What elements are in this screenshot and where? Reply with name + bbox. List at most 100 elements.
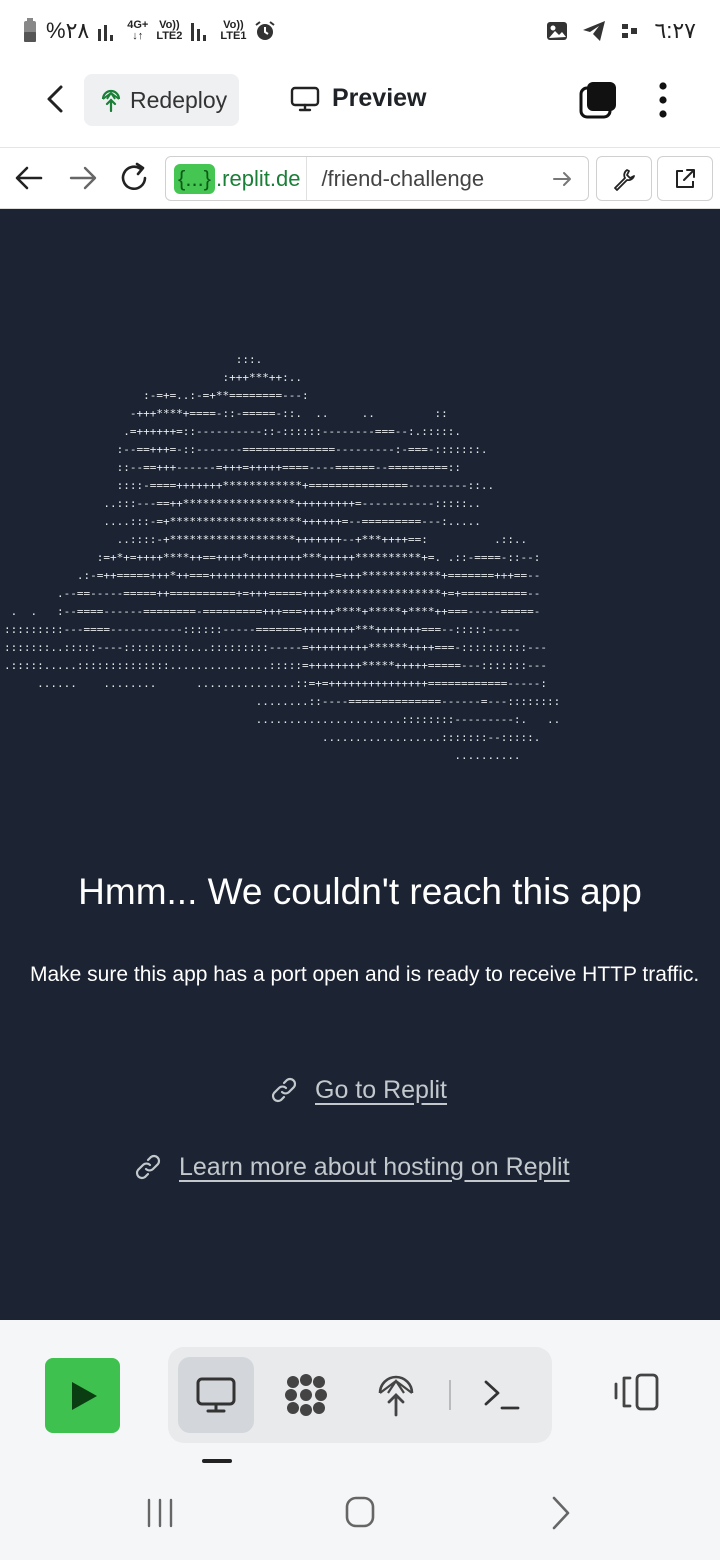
tool-shell[interactable]	[464, 1357, 540, 1433]
ascii-art-line: ..........	[4, 749, 521, 762]
signal-icon	[98, 25, 114, 41]
redeploy-label: Redeploy	[130, 86, 228, 113]
terminal-icon	[484, 1380, 520, 1410]
nav-forward-button[interactable]	[68, 164, 98, 197]
error-heading: Hmm... We couldn't reach this app	[78, 871, 642, 912]
clock: ٦:٢٧	[654, 18, 696, 43]
recents-button[interactable]	[145, 1497, 175, 1534]
preview-viewport: :::. :+++***++:.. :-=+=..:-=+**========-…	[0, 209, 720, 1320]
back-button[interactable]	[38, 82, 72, 116]
status-left: %٢٨ 4G+ ↓↑ Vo)) LTE2 Vo)) LTE1	[22, 18, 276, 44]
ascii-art-line: :--==+++=-::-------==============-------…	[4, 443, 487, 456]
go-arrow-icon[interactable]	[542, 167, 582, 191]
monitor-icon	[196, 1377, 236, 1413]
battery-icon	[24, 18, 36, 42]
ascii-art-line: :+++***++:..	[4, 371, 302, 384]
home-button[interactable]	[344, 1495, 376, 1534]
arrow-left-icon	[15, 166, 43, 190]
link-icon	[135, 1154, 161, 1180]
redeploy-button[interactable]: Redeploy	[84, 74, 239, 126]
url-host-highlight: {...}	[174, 163, 216, 194]
gallery-icon	[547, 22, 568, 40]
toolbar-divider	[449, 1380, 451, 1410]
reload-icon	[121, 162, 147, 191]
volte-indicator-1: Vo)) LTE2	[156, 19, 183, 42]
wrench-icon	[614, 168, 635, 191]
ascii-art-line: -+++****+====-::-=====-::. .. .. ::	[4, 407, 448, 420]
play-icon	[71, 1381, 97, 1410]
tool-preview[interactable]	[178, 1357, 254, 1433]
agent-icon	[285, 1374, 327, 1416]
ascii-art-line: ......................::::::::---------:…	[4, 713, 560, 726]
signal-icon-2	[191, 23, 207, 41]
ascii-art-line: .:::::.....::::::::::::::...............…	[4, 659, 547, 672]
go-to-replit-label: Go to Replit	[315, 1075, 448, 1104]
url-host: {...} .replit.de	[166, 157, 308, 200]
ascii-art-line: :-=+=..:-=+**========---:	[4, 389, 309, 402]
svg-text::::.: :::. :+++***++:.. :-=+=..:-=+**========-…	[4, 353, 560, 762]
preview-tab[interactable]: Preview	[290, 84, 427, 113]
ascii-art: :::. :+++***++:.. :-=+=..:-=+**========-…	[4, 353, 560, 762]
workspace-toolbar	[0, 1320, 720, 1475]
ascii-art-line: :::.	[4, 353, 262, 366]
connection-icon	[622, 24, 638, 38]
open-new-tab-button[interactable]	[657, 156, 713, 201]
kebab-menu-icon	[659, 82, 667, 118]
volte-indicator-2: Vo)) LTE1	[220, 19, 247, 42]
alarm-icon	[255, 21, 276, 40]
tool-deployments[interactable]	[358, 1357, 434, 1433]
url-path: /friend-challenge	[321, 165, 485, 191]
go-to-replit-link[interactable]: Go to Replit	[269, 1075, 447, 1105]
monitor-icon	[290, 86, 320, 111]
reload-button[interactable]	[118, 162, 152, 199]
active-tool-indicator	[202, 1459, 232, 1463]
ascii-art-line: ........::----==============------=---::…	[4, 695, 560, 708]
nav-back-button[interactable]	[14, 164, 44, 197]
system-nav-bar	[0, 1475, 720, 1560]
tabs-icon	[579, 82, 616, 119]
deploy-icon	[378, 1375, 414, 1417]
system-back-button[interactable]	[548, 1495, 574, 1536]
ascii-art-line: :::::::::---====-----------::::::-----==…	[4, 623, 521, 636]
error-message: Make sure this app has a port open and i…	[30, 963, 700, 986]
battery-level: %٢٨	[46, 18, 90, 43]
ascii-art-line: ..................:::::::--:::::.	[4, 731, 540, 744]
app-header: Redeploy Preview	[0, 68, 720, 148]
chevron-right-icon	[552, 1496, 570, 1530]
hosting-docs-label: Learn more about hosting on Replit	[179, 1152, 570, 1181]
preview-label: Preview	[332, 84, 427, 112]
telegram-icon	[583, 21, 606, 41]
ascii-art-line: ::::-====+++++++************+===========…	[4, 479, 494, 492]
external-link-icon	[676, 168, 695, 188]
url-host-suffix: .replit.de	[216, 165, 301, 191]
ascii-art-line: ::--==+++------=+++=+++++====----======-…	[4, 461, 461, 474]
tool-switcher	[168, 1347, 552, 1443]
run-button[interactable]	[45, 1358, 120, 1433]
ascii-art-line: ...... ........ ...............::=+=++++…	[4, 677, 547, 690]
arrow-right-icon	[69, 166, 97, 190]
recents-icon	[147, 1498, 173, 1528]
ascii-art-line: ....:::-=+********************++++++=--=…	[4, 515, 481, 528]
chevron-left-icon	[47, 85, 63, 113]
tool-agent[interactable]	[268, 1357, 344, 1433]
home-icon	[345, 1496, 375, 1528]
network-indicator-1: 4G+ ↓↑	[127, 19, 149, 42]
status-bar: %٢٨ 4G+ ↓↑ Vo)) LTE2 Vo)) LTE1 ٦:٢٧	[0, 0, 720, 68]
more-menu-button[interactable]	[650, 80, 676, 120]
panel-layout-icon	[614, 1373, 659, 1411]
url-bar: {...} .replit.de /friend-challenge	[0, 148, 720, 209]
ascii-art-line: .:-=++=====+++*++===+++++++++++++++++++=…	[4, 569, 540, 582]
tabs-button[interactable]	[578, 80, 618, 120]
ascii-art-line: :=+*+=++++****++==++++*++++++++***+++++*…	[4, 551, 540, 564]
ascii-art-line: . . :--====------========-=========+++==…	[4, 605, 540, 618]
layout-toggle-button[interactable]	[610, 1372, 662, 1417]
ascii-art-line: ..::::-+*******************+++++++--+***…	[4, 533, 527, 546]
hosting-docs-link[interactable]: Learn more about hosting on Replit	[133, 1152, 570, 1182]
devtools-button[interactable]	[596, 156, 652, 201]
deploy-icon	[101, 89, 121, 112]
ascii-art-line: .--==-----=====++==========+=+++=====+++…	[4, 587, 540, 600]
ascii-art-line: .=++++++=::----------::-::::::--------==…	[4, 425, 461, 438]
address-field[interactable]: {...} .replit.de /friend-challenge	[165, 156, 589, 201]
ascii-art-line: :::::::..:::::----::::::::::...:::::::::…	[4, 641, 547, 654]
ascii-art-line: ..:::---==++*****************+++++++++=-…	[4, 497, 481, 510]
